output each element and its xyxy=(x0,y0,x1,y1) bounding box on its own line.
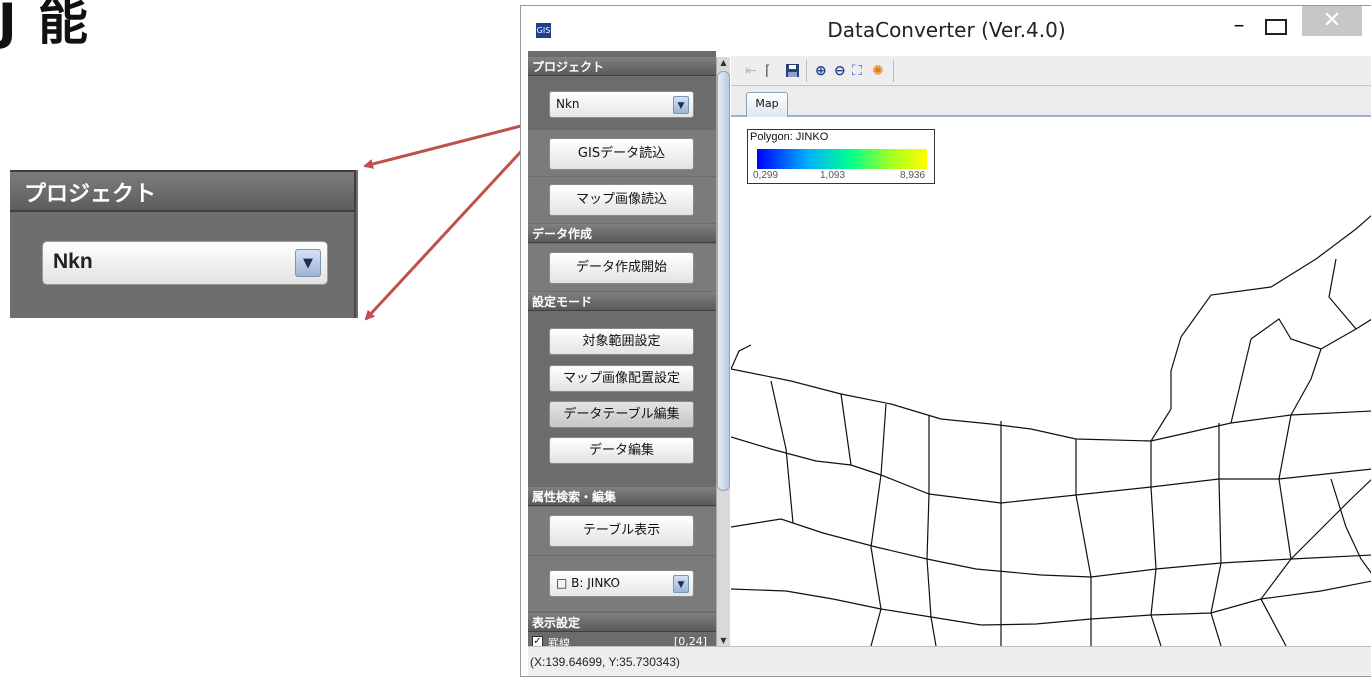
map-boundary xyxy=(1075,439,1092,646)
fit-extent-icon[interactable]: ⛶ xyxy=(852,63,862,79)
map-boundary xyxy=(1290,348,1322,416)
back-icon[interactable]: ⇤ xyxy=(745,63,757,79)
display-border-row[interactable]: ✓ 罫線 [0,24] xyxy=(532,635,707,646)
map-legend: Polygon: JINKO 0,299 1,093 8,936 xyxy=(747,129,935,184)
callout-project-value: Nkn xyxy=(53,250,93,273)
slide-heading: J 能 xyxy=(0,0,91,51)
side-panel: プロジェクト Nkn ▼ GISデータ読込 マップ画像読込 データ作成 データ作… xyxy=(528,51,716,646)
legend-tick: 8,936 xyxy=(900,170,926,181)
data-create-row: データ作成開始 xyxy=(528,244,716,291)
callout-project-select: Nkn ▼ xyxy=(42,241,328,285)
map-boundary xyxy=(731,518,1371,578)
map-boundary xyxy=(1230,338,1252,424)
section-header-attribute: 属性検索・編集 xyxy=(528,487,716,506)
map-boundary xyxy=(731,580,1371,626)
map-boundary xyxy=(1290,479,1371,560)
toolbar-separator xyxy=(893,60,894,82)
map-canvas[interactable]: Polygon: JINKO 0,299 1,093 8,936 xyxy=(731,119,1371,646)
map-boundary xyxy=(1180,215,1371,338)
project-select[interactable]: Nkn ▼ xyxy=(549,91,694,118)
scroll-up-icon[interactable]: ▲ xyxy=(718,57,729,68)
callout-body: Nkn ▼ xyxy=(10,212,356,318)
chevron-down-icon: ▼ xyxy=(673,575,689,593)
toolbar: ⇤ ⌈ ⊕ ⊖ ⛶ ✺ xyxy=(731,56,1371,86)
map-boundary xyxy=(1250,318,1371,350)
map-boundary xyxy=(731,368,1371,442)
layer-select-row: □ B: JINKO ▼ xyxy=(528,556,716,611)
legend-tick: 1,093 xyxy=(820,170,846,181)
project-select-value: Nkn xyxy=(556,97,580,111)
map-boundary xyxy=(1328,258,1357,330)
map-boundary xyxy=(926,415,937,646)
chevron-down-icon: ▼ xyxy=(673,96,689,114)
layer-select-value: □ B: JINKO xyxy=(556,576,620,590)
layer-select[interactable]: □ B: JINKO ▼ xyxy=(549,570,694,597)
map-image-load-button[interactable]: マップ画像読込 xyxy=(549,184,694,216)
map-boundary xyxy=(840,393,852,466)
callout-header: プロジェクト xyxy=(10,170,356,212)
section-settings-label: 設定モード xyxy=(532,295,593,309)
legend-tick: 0,299 xyxy=(753,170,779,181)
data-table-edit-button[interactable]: データテーブル編集 xyxy=(549,401,694,428)
section-display-label: 表示設定 xyxy=(532,616,581,630)
section-header-project: プロジェクト xyxy=(528,57,716,76)
map-boundary xyxy=(731,344,752,370)
section-header-settings: 設定モード xyxy=(528,292,716,311)
table-view-row: テーブル表示 xyxy=(528,507,716,555)
select-icon[interactable]: ⌈ xyxy=(765,63,770,79)
map-placement-button[interactable]: マップ画像配置設定 xyxy=(549,365,694,392)
map-load-row: マップ画像読込 xyxy=(528,177,716,223)
toolbar-separator xyxy=(806,60,807,82)
callout-header-label: プロジェクト xyxy=(24,182,157,207)
table-view-button[interactable]: テーブル表示 xyxy=(549,515,694,547)
map-boundary xyxy=(1150,336,1182,442)
gis-data-load-button[interactable]: GISデータ読込 xyxy=(549,138,694,170)
section-attribute-label: 属性検索・編集 xyxy=(532,490,617,504)
map-boundary xyxy=(1260,414,1292,646)
section-settings-body: 対象範囲設定 マップ画像配置設定 データテーブル編集 データ編集 xyxy=(528,312,716,478)
scroll-thumb[interactable] xyxy=(717,71,730,491)
maximize-icon[interactable] xyxy=(1265,19,1287,35)
panel-scrollbar[interactable]: ▲ ▼ xyxy=(716,57,730,646)
minimize-icon[interactable]: – xyxy=(1229,15,1249,37)
coordinates-readout: (X:139.64699, Y:35.730343) xyxy=(530,655,680,669)
gis-load-row: GISデータ読込 xyxy=(528,130,716,176)
tab-strip: Map xyxy=(731,86,1371,117)
section-project-label: プロジェクト xyxy=(532,60,605,74)
checkbox-icon[interactable]: ✓ xyxy=(532,636,543,646)
tab-map[interactable]: Map xyxy=(746,92,788,117)
legend-color-ramp xyxy=(757,149,927,169)
chevron-down-icon: ▼ xyxy=(295,249,321,277)
target-range-button[interactable]: 対象範囲設定 xyxy=(549,328,694,355)
title-bar: GIS DataConverter (Ver.4.0) – ✕ xyxy=(521,6,1371,51)
display-border-label: 罫線 xyxy=(548,637,570,646)
map-boundary xyxy=(1330,478,1371,574)
polygon-map xyxy=(731,215,1371,646)
scroll-down-icon[interactable]: ▼ xyxy=(718,635,729,646)
section-data-create-label: データ作成 xyxy=(532,227,593,241)
app-window: GIS DataConverter (Ver.4.0) – ✕ プロジェクト N… xyxy=(520,5,1371,677)
zoom-callout: プロジェクト Nkn ▼ xyxy=(10,170,358,318)
section-header-display: 表示設定 xyxy=(528,613,716,632)
refresh-icon[interactable]: ✺ xyxy=(872,63,884,79)
legend-title: Polygon: JINKO xyxy=(750,131,829,143)
display-border-range: [0,24] xyxy=(673,635,707,646)
section-project-body: Nkn ▼ xyxy=(528,77,716,129)
status-bar: (X:139.64699, Y:35.730343) xyxy=(528,646,1371,676)
section-header-data-create: データ作成 xyxy=(528,224,716,243)
save-icon[interactable] xyxy=(785,63,800,82)
close-icon[interactable]: ✕ xyxy=(1302,6,1362,36)
map-boundary xyxy=(731,436,1371,504)
zoom-out-icon[interactable]: ⊖ xyxy=(834,63,846,79)
zoom-in-icon[interactable]: ⊕ xyxy=(815,63,827,79)
data-edit-button[interactable]: データ編集 xyxy=(549,437,694,464)
data-create-start-button[interactable]: データ作成開始 xyxy=(549,252,694,284)
